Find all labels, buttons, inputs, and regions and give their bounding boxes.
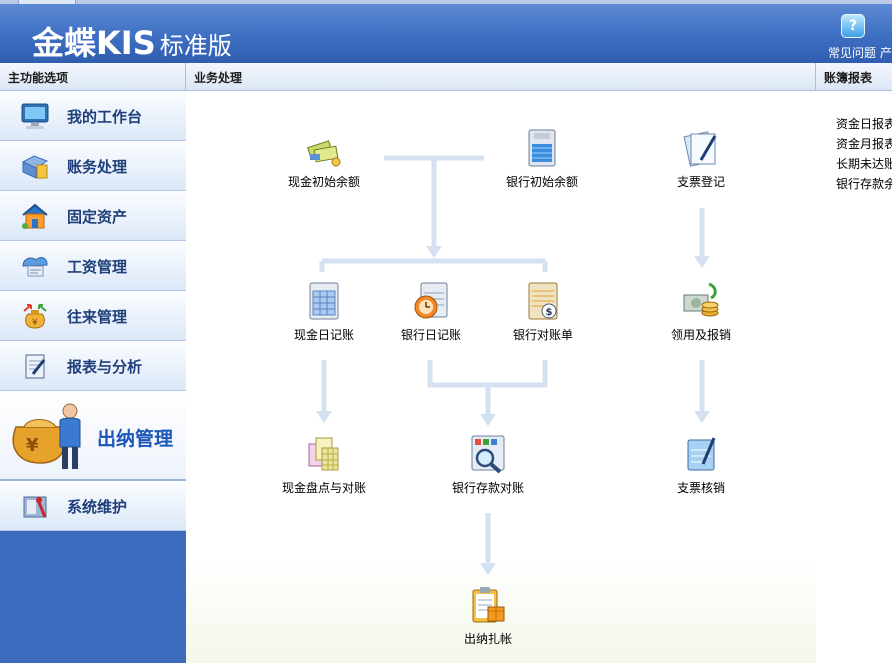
sidebar-item-label: 工资管理 — [67, 258, 128, 276]
connector-bank-bracket — [427, 360, 548, 388]
report-link-daily-funds[interactable]: 资金日报表 — [836, 115, 892, 132]
node-cash-count-reconcile[interactable]: 现金盘点与对账 — [264, 434, 384, 514]
node-label: 银行对账单 — [512, 328, 573, 342]
check-pen-icon — [683, 131, 717, 167]
sidebar-item-label: 固定资产 — [67, 208, 128, 226]
app-header: 金蝶KIS标准版 常见问题 产 — [0, 4, 892, 63]
stacked-sheets-icon — [308, 437, 339, 471]
node-check-verify[interactable]: 支票核销 — [641, 434, 761, 504]
calendar-book-icon — [309, 282, 339, 320]
tools-icon — [23, 496, 47, 518]
help-icon — [841, 14, 865, 38]
node-label: 银行存款对账 — [451, 481, 524, 495]
salary-icon — [22, 257, 48, 277]
arrowhead — [426, 246, 442, 258]
money-bag-arrows-icon: ¥ — [23, 304, 47, 329]
svg-text:¥: ¥ — [32, 318, 38, 328]
node-bank-statement[interactable]: $ 银行对账单 — [483, 281, 603, 351]
node-cash-initial-balance[interactable]: 现金初始余额 — [264, 128, 384, 198]
business-title: 业务处理 — [194, 71, 243, 85]
node-label: 银行初始余额 — [505, 175, 578, 189]
report-link-monthly-funds[interactable]: 资金月报表 — [836, 135, 892, 152]
node-bank-reconcile[interactable]: 银行存款对账 — [428, 434, 548, 504]
sidebar-item-label: 账务处理 — [67, 158, 128, 176]
house-icon — [22, 203, 48, 229]
node-bank-initial-balance[interactable]: 银行初始余额 — [482, 128, 602, 198]
arrowhead — [694, 411, 710, 423]
coins-check-icon — [683, 282, 719, 317]
main-options-title: 主功能选项 — [8, 71, 69, 85]
report-icon — [25, 354, 46, 379]
business-flow-canvas: 现金初始余额 银行初始余额 支票登记 现金日记账 银行日记账 $ 银行对账单 领… — [186, 91, 816, 663]
main-options-header: 主功能选项 — [0, 63, 186, 91]
node-check-use[interactable]: 领用及报销 — [641, 281, 761, 351]
sidebar-item-label: 往来管理 — [67, 308, 128, 326]
sidebar-item-accounting[interactable]: 账务处理 — [0, 141, 186, 191]
node-cash-journal[interactable]: 现金日记账 — [264, 281, 384, 351]
node-label: 银行日记账 — [400, 328, 461, 342]
sidebar: 我的工作台 账务处理 固定资产 工资管理 ¥ 往来管理 报表与分析 ¥ 出纳管理… — [0, 91, 186, 663]
cash-bills-icon — [307, 140, 341, 167]
svg-text:¥: ¥ — [26, 435, 39, 456]
arrowhead — [480, 414, 496, 426]
clock-calendar-icon — [414, 282, 448, 319]
faq-label: 常见问题 产 — [828, 46, 892, 60]
sidebar-item-cashier[interactable]: ¥ 出纳管理 — [0, 391, 186, 481]
sidebar-item-system[interactable]: 系统维护 — [0, 481, 186, 531]
arrowhead — [694, 256, 710, 268]
arrowhead — [480, 563, 496, 575]
sidebar-item-fixed-assets[interactable]: 固定资产 — [0, 191, 186, 241]
check-verify-icon — [687, 437, 716, 471]
reports-title: 账簿报表 — [824, 71, 873, 85]
node-label: 现金初始余额 — [287, 175, 360, 189]
report-link-bank-deposit-balance[interactable]: 银行存款余 — [836, 175, 892, 192]
sidebar-item-salary[interactable]: 工资管理 — [0, 241, 186, 291]
node-label: 支票核销 — [676, 481, 725, 495]
reports-header: 账簿报表 — [816, 63, 892, 91]
app-logo: 金蝶KIS 标准版 — [32, 18, 232, 64]
clipboard-box-icon — [472, 587, 505, 623]
sidebar-item-label: 系统维护 — [67, 498, 128, 516]
brand-name: 金蝶KIS — [32, 24, 156, 62]
bank-book-icon — [528, 129, 556, 167]
reports-panel: 资金日报表 资金月报表 长期未达账 银行存款余 — [816, 91, 892, 663]
node-label: 现金日记账 — [293, 328, 354, 342]
business-header: 业务处理 — [186, 63, 816, 91]
sidebar-item-receivables[interactable]: ¥ 往来管理 — [0, 291, 186, 341]
node-cashier-close[interactable]: 出纳扎帐 — [428, 585, 548, 655]
node-label: 支票登记 — [676, 175, 725, 189]
cashier-bag-icon: ¥ — [12, 403, 81, 469]
node-label: 出纳扎帐 — [463, 632, 512, 646]
sidebar-item-label: 我的工作台 — [67, 108, 143, 126]
sidebar-item-label: 报表与分析 — [67, 358, 143, 376]
sidebar-item-reports[interactable]: 报表与分析 — [0, 341, 186, 391]
dollar-sheet-icon: $ — [528, 282, 558, 320]
node-label: 现金盘点与对账 — [281, 481, 366, 495]
edition-label: 标准版 — [159, 32, 232, 60]
report-link-long-term-outstanding[interactable]: 长期未达账 — [836, 155, 892, 172]
sidebar-item-workbench[interactable]: 我的工作台 — [0, 91, 186, 141]
node-label: 领用及报销 — [670, 328, 731, 342]
sidebar-item-label: 出纳管理 — [97, 428, 174, 450]
node-bank-journal[interactable]: 银行日记账 — [371, 281, 491, 351]
arrowhead — [316, 411, 332, 423]
svg-text:$: $ — [546, 307, 553, 318]
node-check-register[interactable]: 支票登记 — [641, 128, 761, 198]
ledger-icon — [21, 155, 49, 179]
magnifier-chart-icon — [471, 435, 505, 474]
monitor-icon — [21, 103, 49, 129]
